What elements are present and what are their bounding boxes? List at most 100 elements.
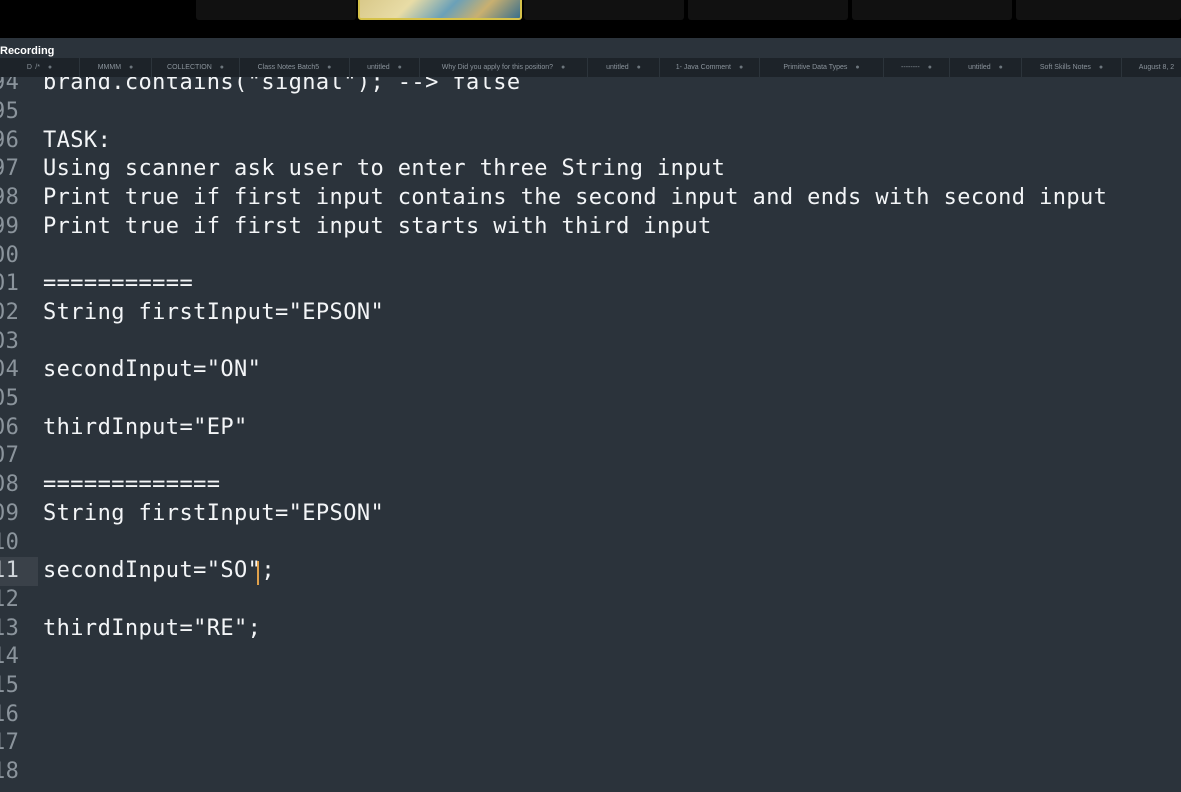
code-line[interactable]: 96 TASK:: [0, 126, 1181, 155]
line-number: 03: [0, 328, 20, 354]
line-number: 08: [0, 472, 20, 498]
code-line[interactable]: 09 String firstInput="EPSON": [0, 499, 1181, 528]
code-line[interactable]: 03: [0, 327, 1181, 356]
code-line[interactable]: 05: [0, 384, 1181, 413]
line-number: 00: [0, 242, 20, 268]
editor-tab[interactable]: Class Notes Batch5 ●: [240, 58, 350, 77]
code-line[interactable]: 98 Print true if first input contains the…: [0, 183, 1181, 212]
line-number: 06: [0, 414, 20, 440]
code-line[interactable]: 04 secondInput="ON": [0, 356, 1181, 385]
tab-close-dot-icon[interactable]: ●: [999, 64, 1003, 71]
code-line[interactable]: 08 =============: [0, 470, 1181, 499]
code-line[interactable]: 11 secondInput="SO";: [0, 556, 1181, 585]
editor-tab[interactable]: 1- Java Comment ●: [660, 58, 760, 77]
tab-close-dot-icon[interactable]: ●: [855, 64, 859, 71]
video-thumbnail[interactable]: [1016, 0, 1181, 20]
editor-tab[interactable]: Soft Skills Notes ●: [1022, 58, 1122, 77]
tab-label: MMMM: [97, 64, 122, 71]
line-code: brand.contains("signal"); --> false: [43, 77, 521, 96]
line-code: TASK:: [43, 127, 112, 153]
tab-label: Why Did you apply for this position?: [441, 64, 554, 71]
editor-tab[interactable]: Primitive Data Types ●: [760, 58, 884, 77]
line-code: secondInput="SO";: [43, 558, 275, 584]
code-line[interactable]: 16: [0, 700, 1181, 729]
line-code: thirdInput="RE";: [43, 615, 262, 641]
line-number: 10: [0, 529, 20, 555]
video-thumbnail[interactable]: [852, 0, 1012, 20]
code-line[interactable]: 07: [0, 442, 1181, 471]
video-thumbnail[interactable]: [688, 0, 848, 20]
code-line[interactable]: 97 Using scanner ask user to enter three …: [0, 155, 1181, 184]
code-line[interactable]: 18: [0, 757, 1181, 786]
code-line[interactable]: 95: [0, 97, 1181, 126]
editor-tab[interactable]: untitled ●: [350, 58, 420, 77]
line-number: 16: [0, 701, 20, 727]
code-line[interactable]: 02 String firstInput="EPSON": [0, 298, 1181, 327]
editor-tab[interactable]: -------- ●: [884, 58, 950, 77]
line-code: Print true if first input contains the s…: [43, 185, 1108, 211]
tab-close-dot-icon[interactable]: ●: [739, 64, 743, 71]
tab-close-dot-icon[interactable]: ●: [561, 64, 565, 71]
code-line[interactable]: 14: [0, 643, 1181, 672]
tab-label: untitled: [606, 64, 629, 71]
tab-close-dot-icon[interactable]: ●: [48, 64, 52, 71]
code-line[interactable]: 94 brand.contains("signal"); --> false: [0, 77, 1181, 97]
tab-close-dot-icon[interactable]: ●: [637, 64, 641, 71]
recording-label: Recording: [0, 45, 55, 57]
line-number: 95: [0, 99, 20, 125]
code-line[interactable]: 13 thirdInput="RE";: [0, 614, 1181, 643]
tab-label: Class Notes Batch5: [257, 64, 320, 71]
line-number: 99: [0, 213, 20, 239]
video-thumbnail[interactable]: [196, 0, 356, 20]
line-number: 17: [0, 730, 20, 756]
editor-tab[interactable]: August 8, 2: [1122, 58, 1181, 77]
code-line[interactable]: 12: [0, 585, 1181, 614]
line-number: 12: [0, 586, 20, 612]
code-line[interactable]: 10: [0, 528, 1181, 557]
code-line[interactable]: 01 ===========: [0, 269, 1181, 298]
code-line[interactable]: 06 thirdInput="EP": [0, 413, 1181, 442]
tab-close-dot-icon[interactable]: ●: [327, 64, 331, 71]
tab-label: --------: [901, 64, 920, 71]
video-thumbnail[interactable]: [524, 0, 684, 20]
line-number: 97: [0, 156, 20, 182]
line-code: =============: [43, 472, 221, 498]
tab-close-dot-icon[interactable]: ●: [928, 64, 932, 71]
tab-close-dot-icon[interactable]: ●: [398, 64, 402, 71]
line-number: 98: [0, 185, 20, 211]
tab-close-dot-icon[interactable]: ●: [1099, 64, 1103, 71]
line-number: 02: [0, 299, 20, 325]
tab-close-dot-icon[interactable]: ●: [220, 64, 224, 71]
tab-close-dot-icon[interactable]: ●: [129, 64, 133, 71]
tab-label: D /*: [26, 64, 40, 71]
line-number: 94: [0, 77, 20, 96]
editor-tab[interactable]: Why Did you apply for this position? ●: [420, 58, 588, 77]
editor-tab[interactable]: untitled ●: [588, 58, 660, 77]
editor-tab[interactable]: MMMM ●: [80, 58, 152, 77]
editor-tab[interactable]: COLLECTION ●: [152, 58, 240, 77]
editor-tab[interactable]: untitled ●: [950, 58, 1022, 77]
tab-label: August 8, 2: [1138, 64, 1175, 71]
tab-label: 1- Java Comment: [675, 64, 731, 71]
tab-label: untitled: [968, 64, 991, 71]
editor-tab[interactable]: D /* ●: [0, 58, 80, 77]
line-number: 18: [0, 759, 20, 785]
code-line[interactable]: 99 Print true if first input starts with …: [0, 212, 1181, 241]
tab-label: untitled: [367, 64, 390, 71]
line-code: String firstInput="EPSON": [43, 500, 385, 526]
tab-label: Soft Skills Notes: [1039, 64, 1091, 71]
line-number: 15: [0, 673, 20, 699]
line-number: 11: [0, 558, 20, 584]
code-line[interactable]: 00: [0, 241, 1181, 270]
video-thumbnail-strip: [0, 0, 1181, 38]
line-number: 96: [0, 127, 20, 153]
line-code: Print true if first input starts with th…: [43, 213, 712, 239]
editor-tab-bar: D /* ● MMMM ● COLLECTION ● Class Notes Batch5 ●…: [0, 58, 1181, 77]
video-thumbnail-active[interactable]: [358, 0, 522, 20]
line-number: 13: [0, 615, 20, 641]
text-cursor: [257, 561, 259, 585]
tab-label: Primitive Data Types: [783, 64, 848, 71]
code-line[interactable]: 15: [0, 671, 1181, 700]
code-editor[interactable]: 94brand.contains("signal"); --> false959…: [0, 77, 1181, 792]
code-line[interactable]: 17: [0, 729, 1181, 758]
